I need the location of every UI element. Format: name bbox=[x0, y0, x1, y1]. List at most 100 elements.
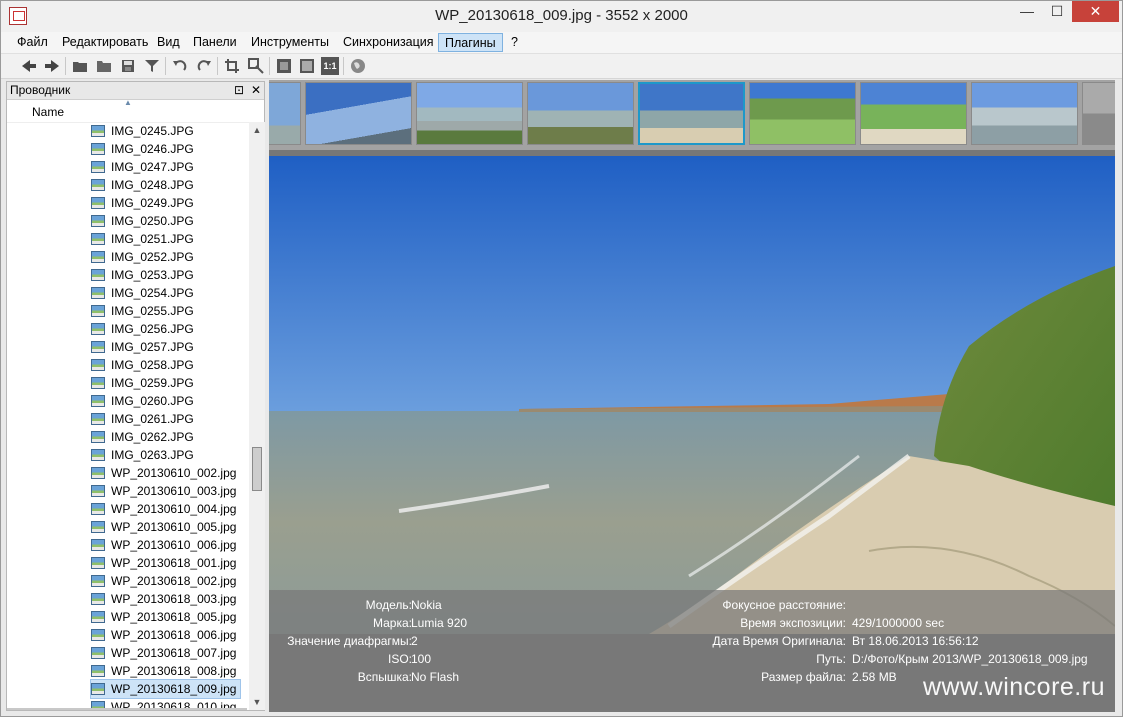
scroll-thumb[interactable] bbox=[252, 447, 262, 491]
column-header-name[interactable]: ▲ Name bbox=[7, 98, 264, 123]
file-row-selected[interactable]: WP_20130618_009.jpg bbox=[89, 679, 242, 699]
file-name: IMG_0261.JPG bbox=[111, 412, 194, 426]
thumbnail[interactable] bbox=[305, 82, 412, 145]
file-row[interactable]: WP_20130618_003.jpg bbox=[91, 590, 240, 608]
file-row[interactable]: WP_20130610_004.jpg bbox=[91, 500, 240, 518]
image-file-icon bbox=[91, 215, 105, 227]
menu-view[interactable]: Вид bbox=[151, 33, 186, 52]
file-row[interactable]: WP_20130618_001.jpg bbox=[91, 554, 240, 572]
horizontal-scrollbar[interactable] bbox=[7, 708, 247, 710]
file-row[interactable]: IMG_0255.JPG bbox=[91, 302, 198, 320]
image-file-icon bbox=[91, 413, 105, 425]
info-value: Вт 18.06.2013 16:56:12 bbox=[852, 634, 979, 648]
file-row[interactable]: IMG_0250.JPG bbox=[91, 212, 198, 230]
menu-file[interactable]: Файл bbox=[11, 33, 54, 52]
toolbar-separator bbox=[269, 57, 270, 75]
file-row[interactable]: IMG_0262.JPG bbox=[91, 428, 198, 446]
file-row[interactable]: IMG_0247.JPG bbox=[91, 158, 198, 176]
thumbnail[interactable] bbox=[527, 82, 634, 145]
image-file-icon bbox=[91, 683, 105, 695]
file-row[interactable]: WP_20130610_003.jpg bbox=[91, 482, 240, 500]
thumbnail-selected[interactable] bbox=[638, 82, 745, 145]
file-list: IMG_0245.JPG IMG_0246.JPG IMG_0247.JPG IMG_… bbox=[7, 122, 247, 710]
file-row[interactable]: IMG_0252.JPG bbox=[91, 248, 198, 266]
menu-panels[interactable]: Панели bbox=[187, 33, 243, 52]
menu-tools[interactable]: Инструменты bbox=[245, 33, 335, 52]
maximize-button[interactable]: ☐ bbox=[1042, 1, 1072, 22]
filter-icon[interactable] bbox=[143, 57, 161, 75]
fullscreen-icon[interactable] bbox=[298, 57, 316, 75]
file-row[interactable]: WP_20130618_005.jpg bbox=[91, 608, 240, 626]
back-arrow-icon[interactable] bbox=[20, 57, 38, 75]
minimize-button[interactable]: — bbox=[1012, 1, 1042, 22]
main-photo[interactable] bbox=[269, 156, 1115, 634]
info-value: 100 bbox=[411, 652, 432, 666]
rotate-right-icon[interactable] bbox=[195, 57, 213, 75]
file-row[interactable]: WP_20130618_006.jpg bbox=[91, 626, 240, 644]
file-name: IMG_0258.JPG bbox=[111, 358, 194, 372]
rotate-left-icon[interactable] bbox=[171, 57, 189, 75]
thumbnail[interactable] bbox=[749, 82, 856, 145]
file-row[interactable]: IMG_0259.JPG bbox=[91, 374, 198, 392]
file-row[interactable]: IMG_0249.JPG bbox=[91, 194, 198, 212]
window-title: WP_20130618_009.jpg - 3552 x 2000 bbox=[435, 7, 688, 24]
file-row[interactable]: IMG_0254.JPG bbox=[91, 284, 198, 302]
file-row[interactable]: IMG_0258.JPG bbox=[91, 356, 198, 374]
file-row[interactable]: IMG_0260.JPG bbox=[91, 392, 198, 410]
file-row[interactable]: IMG_0248.JPG bbox=[91, 176, 198, 194]
crop-icon[interactable] bbox=[223, 57, 241, 75]
image-file-icon bbox=[91, 665, 105, 677]
resize-icon[interactable] bbox=[247, 57, 265, 75]
file-row[interactable]: WP_20130618_002.jpg bbox=[91, 572, 240, 590]
file-row[interactable]: WP_20130618_007.jpg bbox=[91, 644, 240, 662]
file-name: WP_20130618_009.jpg bbox=[111, 682, 237, 696]
scroll-down-icon[interactable]: ▼ bbox=[249, 694, 265, 710]
file-name: WP_20130618_006.jpg bbox=[111, 628, 237, 642]
menu-sync[interactable]: Синхронизация bbox=[337, 33, 440, 52]
file-row[interactable]: IMG_0256.JPG bbox=[91, 320, 198, 338]
file-name: IMG_0248.JPG bbox=[111, 178, 194, 192]
actual-size-icon[interactable]: 1:1 bbox=[321, 57, 339, 75]
title-bar[interactable]: WP_20130618_009.jpg - 3552 x 2000 — ☐ ✕ bbox=[1, 1, 1122, 32]
file-name: IMG_0255.JPG bbox=[111, 304, 194, 318]
thumbnail[interactable] bbox=[860, 82, 967, 145]
info-row: Значение диафрагмы: 2 Дата Время Оригина… bbox=[269, 632, 1115, 650]
globe-icon[interactable] bbox=[349, 57, 367, 75]
info-label: Дата Время Оригинала: bbox=[712, 634, 846, 648]
image-file-icon bbox=[91, 251, 105, 263]
file-row[interactable]: WP_20130610_006.jpg bbox=[91, 536, 240, 554]
image-file-icon bbox=[91, 143, 105, 155]
file-row[interactable]: IMG_0246.JPG bbox=[91, 140, 198, 158]
file-row[interactable]: WP_20130610_002.jpg bbox=[91, 464, 240, 482]
file-row[interactable]: WP_20130618_008.jpg bbox=[91, 662, 240, 680]
open-folder-icon[interactable] bbox=[71, 57, 89, 75]
close-button[interactable]: ✕ bbox=[1072, 1, 1119, 22]
file-row[interactable]: IMG_0261.JPG bbox=[91, 410, 198, 428]
app-window: WP_20130618_009.jpg - 3552 x 2000 — ☐ ✕ … bbox=[0, 0, 1123, 717]
pin-icon[interactable]: ⊡ bbox=[232, 82, 246, 98]
file-row[interactable]: IMG_0245.JPG bbox=[91, 122, 198, 140]
fit-window-icon[interactable] bbox=[275, 57, 293, 75]
file-name: IMG_0263.JPG bbox=[111, 448, 194, 462]
panel-close-icon[interactable]: ✕ bbox=[249, 82, 263, 98]
thumbnail[interactable] bbox=[1082, 82, 1115, 145]
image-file-icon bbox=[91, 647, 105, 659]
menu-plugins[interactable]: Плагины bbox=[438, 33, 503, 52]
file-row[interactable]: IMG_0253.JPG bbox=[91, 266, 198, 284]
save-icon[interactable] bbox=[119, 57, 137, 75]
image-file-icon bbox=[91, 287, 105, 299]
folder-icon[interactable] bbox=[95, 57, 113, 75]
menu-edit[interactable]: Редактировать bbox=[56, 33, 154, 52]
file-row[interactable]: IMG_0263.JPG bbox=[91, 446, 198, 464]
file-row[interactable]: IMG_0257.JPG bbox=[91, 338, 198, 356]
column-name-label: Name bbox=[32, 105, 65, 119]
file-row[interactable]: WP_20130610_005.jpg bbox=[91, 518, 240, 536]
file-row[interactable]: IMG_0251.JPG bbox=[91, 230, 198, 248]
menu-help[interactable]: ? bbox=[505, 33, 524, 52]
scroll-up-icon[interactable]: ▲ bbox=[249, 122, 265, 138]
thumbnail[interactable] bbox=[416, 82, 523, 145]
thumbnail[interactable] bbox=[971, 82, 1078, 145]
forward-arrow-icon[interactable] bbox=[43, 57, 61, 75]
thumbnail[interactable] bbox=[269, 82, 301, 145]
info-label: Размер файла: bbox=[761, 670, 846, 684]
